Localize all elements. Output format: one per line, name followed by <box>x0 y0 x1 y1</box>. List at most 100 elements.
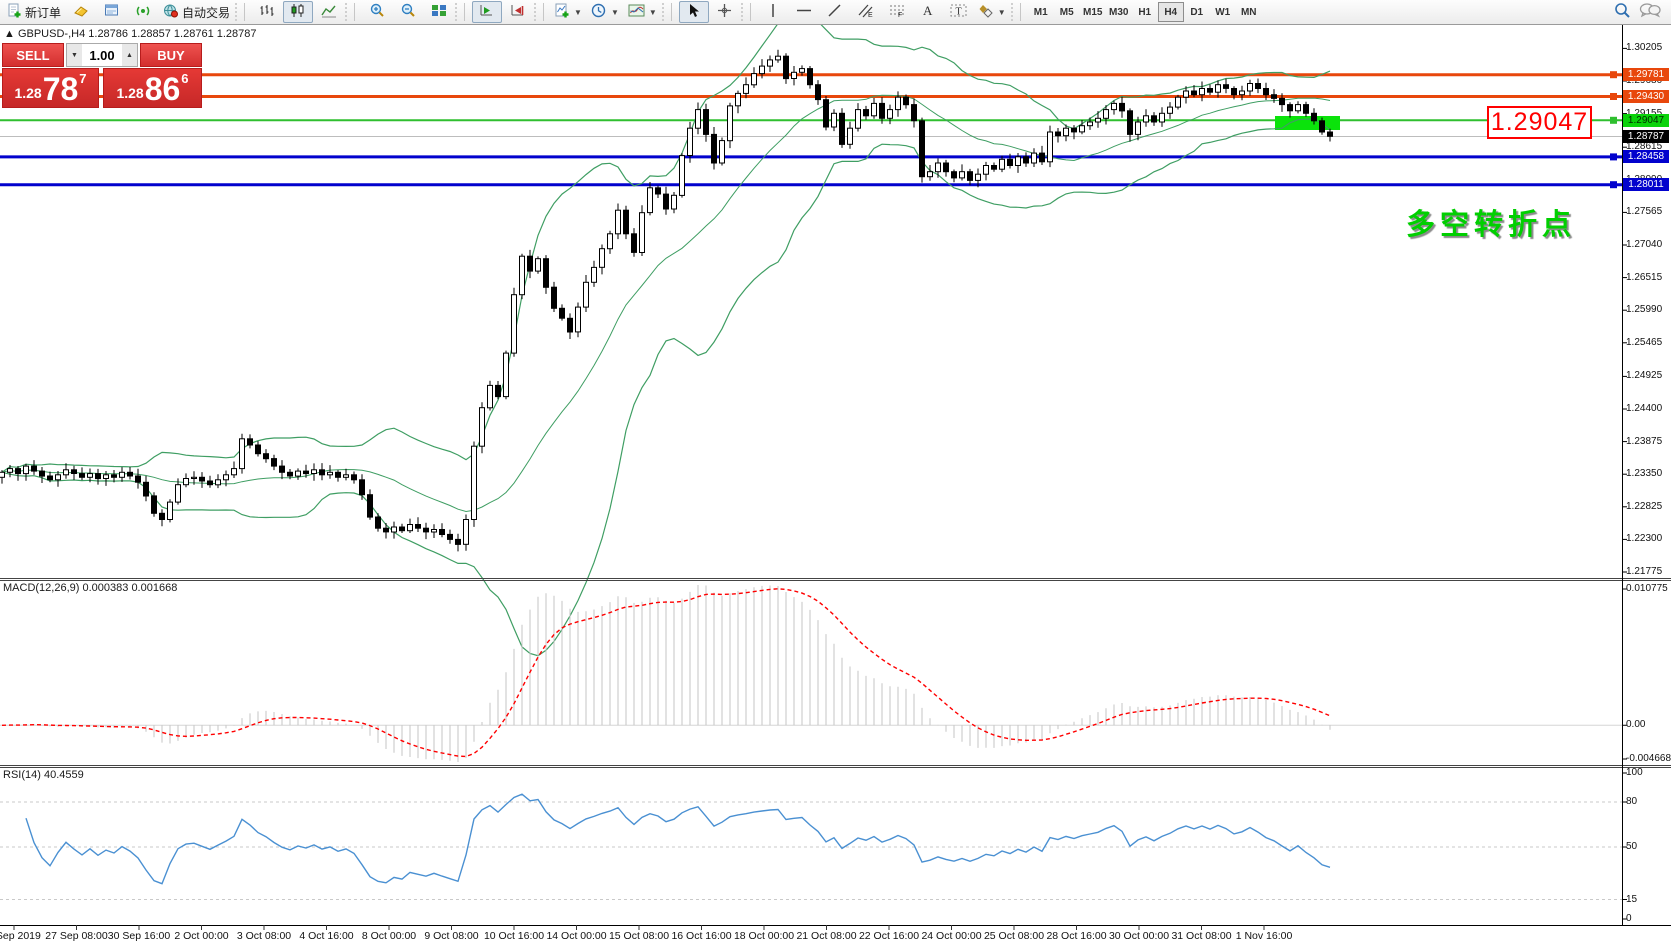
line-chart-button[interactable] <box>314 1 344 23</box>
line-anchor-marker[interactable] <box>1610 71 1617 78</box>
volume-stepper: ▼ 1.00 ▲ <box>66 43 138 67</box>
main-toolbar: 新订单 自动交易 <box>0 0 1671 25</box>
sell-price-big: 78 <box>43 74 79 104</box>
vertical-line-tool-button[interactable] <box>758 1 788 23</box>
market-watch-button[interactable] <box>66 1 96 23</box>
symbol-period-label: GBPUSD-,H4 <box>18 28 85 40</box>
indicators-dropdown-button[interactable]: ▼ <box>551 1 586 23</box>
rsi-axis-label: 80 <box>1626 796 1637 807</box>
macd-label: MACD(12,26,9) 0.000383 0.001668 <box>3 582 177 594</box>
price-tick-label: 1.22825 <box>1626 501 1662 512</box>
timeframe-button-d1[interactable]: D1 <box>1184 2 1210 22</box>
auto-scroll-button[interactable] <box>472 1 502 23</box>
line-anchor-marker[interactable] <box>1610 181 1617 188</box>
volume-value[interactable]: 1.00 <box>82 44 122 66</box>
line-anchor-marker[interactable] <box>1610 117 1617 124</box>
search-icon[interactable] <box>1614 2 1631 23</box>
price-tag: 1.29430 <box>1623 90 1669 103</box>
tile-windows-button[interactable] <box>424 1 454 23</box>
price-tag: 1.29781 <box>1623 68 1669 81</box>
sell-price-box[interactable]: 1.28 78 7 <box>2 68 99 108</box>
sell-button[interactable]: SELL <box>2 43 64 67</box>
time-axis-label: 28 Oct 16:00 <box>1046 930 1106 942</box>
crosshair-tool-button[interactable] <box>710 1 740 23</box>
fibonacci-tool-button[interactable]: F <box>882 1 912 23</box>
auto-trading-button[interactable]: 自动交易 <box>159 1 234 23</box>
time-axis-label: 8 Oct 00:00 <box>362 930 416 942</box>
svg-text:F: F <box>898 12 902 18</box>
sell-price-sup: 7 <box>79 71 86 86</box>
time-axis-label: 1 Nov 16:00 <box>1236 930 1293 942</box>
trendline-tool-button[interactable] <box>820 1 850 23</box>
price-tick-label: 1.30205 <box>1626 42 1662 53</box>
time-axis-label: 24 Oct 00:00 <box>921 930 981 942</box>
clock-icon <box>591 3 607 21</box>
time-axis-label: 18 Oct 00:00 <box>734 930 794 942</box>
dropdown-caret-icon: ▼ <box>611 8 619 17</box>
buy-button[interactable]: BUY <box>140 43 202 67</box>
channel-icon: E <box>858 3 874 21</box>
macd-main-value: 0.000383 <box>82 582 128 594</box>
data-window-icon <box>104 3 120 21</box>
data-window-button[interactable] <box>97 1 127 23</box>
price-tick-label: 1.23875 <box>1626 436 1662 447</box>
volume-decrease-button[interactable]: ▼ <box>67 44 82 66</box>
time-axis-label: 25 Oct 08:00 <box>984 930 1044 942</box>
pane-separators[interactable] <box>0 579 1671 768</box>
label-tool-button[interactable]: T <box>944 1 974 23</box>
macd-histogram <box>2 585 1330 762</box>
timeframe-button-h1[interactable]: H1 <box>1132 2 1158 22</box>
shapes-dropdown-button[interactable]: ▼ <box>975 1 1010 23</box>
new-order-button[interactable]: 新订单 <box>4 1 65 23</box>
highlight-rect-object[interactable] <box>1275 116 1340 130</box>
bar-chart-button[interactable] <box>252 1 282 23</box>
equidistant-channel-tool-button[interactable]: E <box>851 1 881 23</box>
time-axis-label: 31 Oct 08:00 <box>1171 930 1231 942</box>
time-axis-label: 4 Oct 16:00 <box>299 930 353 942</box>
candlestick-chart-button[interactable] <box>283 1 313 23</box>
line-anchor-marker[interactable] <box>1610 93 1617 100</box>
timeframe-button-w1[interactable]: W1 <box>1210 2 1236 22</box>
rsi-axis-label: 15 <box>1626 894 1637 905</box>
price-alert-box[interactable]: 1.29047 <box>1487 106 1592 139</box>
price-tick-label: 1.23350 <box>1626 468 1662 479</box>
timeframe-button-m15[interactable]: M15 <box>1080 2 1106 22</box>
buy-price-box[interactable]: 1.28 86 6 <box>103 68 202 108</box>
toolbar-separator <box>455 3 465 21</box>
signals-button[interactable] <box>128 1 158 23</box>
timeframe-button-m30[interactable]: M30 <box>1106 2 1132 22</box>
periods-dropdown-button[interactable]: ▼ <box>587 1 623 23</box>
timeframe-button-m5[interactable]: M5 <box>1054 2 1080 22</box>
price-tick-label: 1.24400 <box>1626 403 1662 414</box>
timeframe-button-h4[interactable]: H4 <box>1158 2 1184 22</box>
timeframe-button-mn[interactable]: MN <box>1236 2 1262 22</box>
templates-dropdown-button[interactable]: ▼ <box>624 1 661 23</box>
chart-canvas <box>0 25 1671 951</box>
community-chat-icon[interactable] <box>1639 2 1661 23</box>
volume-increase-button[interactable]: ▲ <box>122 44 137 66</box>
horizontal-line-tool-button[interactable] <box>789 1 819 23</box>
time-axis-label: 2 Oct 00:00 <box>174 930 228 942</box>
toolbar-right-group <box>1614 2 1667 23</box>
toolbar-separator <box>741 3 751 21</box>
rsi-label: RSI(14) 40.4559 <box>3 769 84 781</box>
text-tool-button[interactable]: A <box>913 1 943 23</box>
price-tag: 1.29047 <box>1623 114 1669 127</box>
collapse-icon[interactable]: ▲ <box>4 28 15 40</box>
zoom-in-button[interactable] <box>362 1 392 23</box>
chart-shift-button[interactable] <box>503 1 533 23</box>
price-tick-label: 1.27040 <box>1626 239 1662 250</box>
time-axis-label: 30 Oct 00:00 <box>1109 930 1169 942</box>
cursor-arrow-icon <box>687 3 700 21</box>
cursor-tool-button[interactable] <box>679 1 709 23</box>
signals-icon <box>135 3 151 21</box>
dropdown-caret-icon: ▼ <box>998 8 1006 17</box>
rsi-value: 40.4559 <box>44 769 84 781</box>
line-anchor-marker[interactable] <box>1610 153 1617 160</box>
candlestick-chart-icon <box>290 3 306 21</box>
zoom-out-button[interactable] <box>393 1 423 23</box>
template-icon <box>628 3 645 21</box>
market-watch-icon <box>73 3 89 21</box>
timeframe-button-m1[interactable]: M1 <box>1028 2 1054 22</box>
annotation-text[interactable]: 多空转折点 <box>1406 201 1576 243</box>
